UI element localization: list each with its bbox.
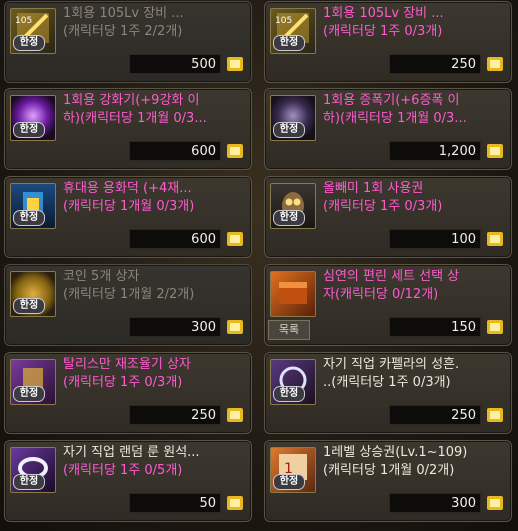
svg-text:105: 105 [275,16,292,26]
shop-item-105lv-gear-250[interactable]: 105 한정 1회용 105Lv 장비 ... (캐릭터당 1주 0/3개) 2… [264,1,512,83]
gold-coin-icon [487,496,503,510]
item-price: 1,200 [389,141,481,161]
item-price: 600 [129,141,221,161]
item-title: 올빼미 1회 사용권 [323,181,424,196]
gold-coin-icon [487,320,503,334]
shop-item-amplify-device[interactable]: 한정 1회용 증폭기(+6증폭 이 하)(캐릭터당 1개월 0/3... 1,2… [264,88,512,170]
item-limit: (캐릭터당 1주 2/2개) [63,24,183,39]
item-limit: (캐릭터당 1개월 2/2개) [63,287,195,302]
item-limit: 자(캐릭터당 0/12개) [323,287,439,302]
limited-badge: 한정 [273,122,305,138]
limited-badge: 한정 [13,122,45,138]
item-price: 250 [129,405,221,425]
item-limit: (캐릭터당 1주 0/3개) [323,199,443,214]
limited-badge: 한정 [13,35,45,51]
item-title: 1레벨 상승권(Lv.1~109) [323,445,468,460]
item-price: 150 [389,317,481,337]
shop-item-owl-ticket[interactable]: 한정 올빼미 1회 사용권 (캐릭터당 1주 0/3개) 100 [264,176,512,258]
item-price: 300 [389,493,481,513]
item-price: 300 [129,317,221,337]
item-limit: (캐릭터당 1개월 0/2개) [323,463,455,478]
item-price: 100 [389,229,481,249]
shop-item-reinforce-amplifier[interactable]: 한정 1회용 강화기(+9강화 이 하)(캐릭터당 1개월 0/3... 600 [4,88,252,170]
item-title: 자기 직업 랜덤 룬 원석... [63,445,200,460]
gold-coin-icon [227,232,243,246]
item-price: 500 [129,54,221,74]
gold-coin-icon [227,320,243,334]
limited-badge: 한정 [273,474,305,490]
equipment-box-icon: 105 한정 [270,8,316,54]
item-limit: 하)(캐릭터당 1개월 0/3... [323,111,467,126]
shop-item-talisman-box[interactable]: 한정 탈리스만 재조율기 상자 (캐릭터당 1주 0/3개) 250 [4,352,252,434]
purple-orb-icon: 한정 [10,95,56,141]
gold-coin-icon [227,57,243,71]
orange-chest-icon [270,271,316,317]
gold-coin-icon [487,408,503,422]
gold-coin-icon [227,408,243,422]
item-title: 1회용 강화기(+9강화 이 [63,93,200,108]
limited-badge: 한정 [13,298,45,314]
limited-badge: 한정 [13,386,45,402]
item-title: 1회용 105Lv 장비 ... [323,6,444,21]
item-limit: (캐릭터당 1주 0/3개) [63,375,183,390]
item-price: 50 [129,493,221,513]
item-title: 코인 5개 상자 [63,269,140,284]
rune-stone-icon: 한정 [10,447,56,493]
item-price: 250 [389,405,481,425]
item-title: 휴대용 용화덕 (+4재... [63,181,192,196]
item-title: 자기 직업 카펠라의 성흔. [323,357,460,372]
shop-item-capella-stigma[interactable]: 한정 자기 직업 카펠라의 성흔. ..(캐릭터당 1주 0/3개) 250 [264,352,512,434]
item-limit: (캐릭터당 1주 0/5개) [63,463,183,478]
equipment-box-icon: 105 한정 [10,8,56,54]
gold-coin-icon [227,144,243,158]
shop-item-105lv-gear-500[interactable]: 105 한정 1회용 105Lv 장비 ... (캐릭터당 1주 2/2개) 5… [4,1,252,83]
owl-icon: 한정 [270,183,316,229]
item-title: 1회용 105Lv 장비 ... [63,6,184,21]
gold-coin-icon [227,496,243,510]
stigma-ring-icon: 한정 [270,359,316,405]
tooltip-list: 목록 [268,320,310,340]
shop-item-rune-stone[interactable]: 한정 자기 직업 랜덤 룬 원석... (캐릭터당 1주 0/5개) 50 [4,440,252,522]
svg-text:105: 105 [15,16,32,26]
item-price: 250 [389,54,481,74]
shop-item-level-up-ticket[interactable]: 1 한정 1레벨 상승권(Lv.1~109) (캐릭터당 1개월 0/2개) 3… [264,440,512,522]
gold-coin-icon [487,144,503,158]
coin-icon: 한정 [10,271,56,317]
limited-badge: 한정 [273,210,305,226]
limited-badge: 한정 [273,386,305,402]
limited-badge: 한정 [273,35,305,51]
gold-coin-icon [487,232,503,246]
item-title: 1회용 증폭기(+6증폭 이 [323,93,460,108]
gold-coin-icon [487,57,503,71]
item-limit: (캐릭터당 1개월 0/3개) [63,199,195,214]
shop-item-coin-box[interactable]: 한정 코인 5개 상자 (캐릭터당 1개월 2/2개) 300 [4,264,252,346]
dark-orb-icon: 한정 [270,95,316,141]
item-limit: ..(캐릭터당 1주 0/3개) [323,375,451,390]
furnace-icon: 한정 [10,183,56,229]
limited-badge: 한정 [13,474,45,490]
item-limit: (캐릭터당 1주 0/3개) [323,24,443,39]
item-price: 600 [129,229,221,249]
item-title: 탈리스만 재조율기 상자 [63,357,191,372]
limited-badge: 한정 [13,210,45,226]
level-ticket-icon: 1 한정 [270,447,316,493]
item-limit: 하)(캐릭터당 1개월 0/3... [63,111,207,126]
shop-item-portable-furnace[interactable]: 한정 휴대용 용화덕 (+4재... (캐릭터당 1개월 0/3개) 600 [4,176,252,258]
talisman-icon: 한정 [10,359,56,405]
item-title: 심연의 편린 세트 선택 상 [323,269,460,284]
